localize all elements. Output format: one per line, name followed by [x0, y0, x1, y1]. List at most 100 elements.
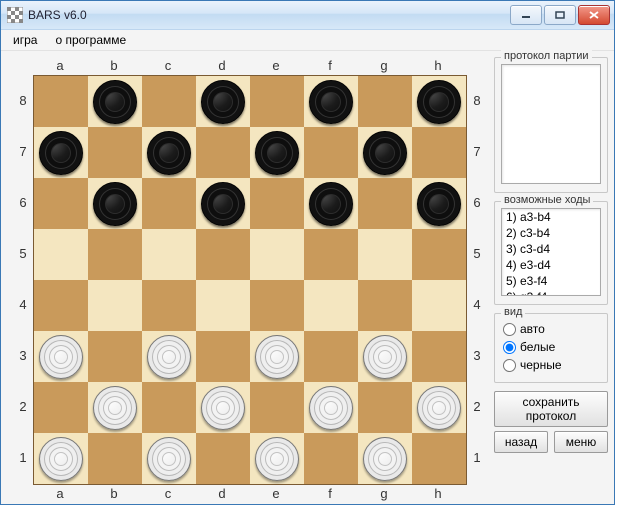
- square-d3[interactable]: [196, 331, 250, 382]
- black-piece[interactable]: [39, 131, 83, 175]
- square-f3[interactable]: [304, 331, 358, 382]
- square-d8[interactable]: [196, 76, 250, 127]
- square-c5[interactable]: [142, 229, 196, 280]
- square-c1[interactable]: [142, 433, 196, 484]
- square-c6[interactable]: [142, 178, 196, 229]
- move-item[interactable]: 2) c3-b4: [502, 225, 600, 241]
- square-b4[interactable]: [88, 280, 142, 331]
- minimize-button[interactable]: [510, 5, 542, 25]
- white-piece[interactable]: [255, 437, 299, 481]
- white-piece[interactable]: [93, 386, 137, 430]
- square-e6[interactable]: [250, 178, 304, 229]
- black-piece[interactable]: [93, 80, 137, 124]
- square-a8[interactable]: [34, 76, 88, 127]
- square-e2[interactable]: [250, 382, 304, 433]
- view-radio[interactable]: [503, 359, 516, 372]
- black-piece[interactable]: [255, 131, 299, 175]
- square-e4[interactable]: [250, 280, 304, 331]
- white-piece[interactable]: [363, 335, 407, 379]
- square-d7[interactable]: [196, 127, 250, 178]
- square-a4[interactable]: [34, 280, 88, 331]
- move-item[interactable]: 1) a3-b4: [502, 209, 600, 225]
- checkers-board[interactable]: [33, 75, 467, 485]
- square-f5[interactable]: [304, 229, 358, 280]
- black-piece[interactable]: [309, 80, 353, 124]
- black-piece[interactable]: [147, 131, 191, 175]
- square-b3[interactable]: [88, 331, 142, 382]
- view-option[interactable]: белые: [501, 338, 601, 356]
- square-g6[interactable]: [358, 178, 412, 229]
- square-a7[interactable]: [34, 127, 88, 178]
- square-h6[interactable]: [412, 178, 466, 229]
- square-a6[interactable]: [34, 178, 88, 229]
- square-d1[interactable]: [196, 433, 250, 484]
- square-c8[interactable]: [142, 76, 196, 127]
- square-f8[interactable]: [304, 76, 358, 127]
- square-g1[interactable]: [358, 433, 412, 484]
- protocol-listbox[interactable]: [501, 64, 601, 184]
- square-b2[interactable]: [88, 382, 142, 433]
- square-g8[interactable]: [358, 76, 412, 127]
- black-piece[interactable]: [417, 182, 461, 226]
- moves-listbox[interactable]: 1) a3-b42) c3-b43) c3-d44) e3-d45) e3-f4…: [501, 208, 601, 296]
- square-c2[interactable]: [142, 382, 196, 433]
- square-a1[interactable]: [34, 433, 88, 484]
- square-b1[interactable]: [88, 433, 142, 484]
- square-a2[interactable]: [34, 382, 88, 433]
- square-a3[interactable]: [34, 331, 88, 382]
- square-h4[interactable]: [412, 280, 466, 331]
- square-h3[interactable]: [412, 331, 466, 382]
- square-b5[interactable]: [88, 229, 142, 280]
- square-e7[interactable]: [250, 127, 304, 178]
- square-h2[interactable]: [412, 382, 466, 433]
- square-g3[interactable]: [358, 331, 412, 382]
- square-f7[interactable]: [304, 127, 358, 178]
- square-b6[interactable]: [88, 178, 142, 229]
- white-piece[interactable]: [363, 437, 407, 481]
- save-protocol-button[interactable]: сохранить протокол: [494, 391, 608, 427]
- square-f4[interactable]: [304, 280, 358, 331]
- white-piece[interactable]: [255, 335, 299, 379]
- titlebar[interactable]: BARS v6.0: [1, 1, 614, 30]
- square-g5[interactable]: [358, 229, 412, 280]
- move-item[interactable]: 3) c3-d4: [502, 241, 600, 257]
- square-d4[interactable]: [196, 280, 250, 331]
- white-piece[interactable]: [147, 335, 191, 379]
- black-piece[interactable]: [363, 131, 407, 175]
- square-c7[interactable]: [142, 127, 196, 178]
- black-piece[interactable]: [201, 80, 245, 124]
- menu-button[interactable]: меню: [554, 431, 608, 453]
- black-piece[interactable]: [93, 182, 137, 226]
- square-e1[interactable]: [250, 433, 304, 484]
- move-item[interactable]: 5) e3-f4: [502, 273, 600, 289]
- square-h5[interactable]: [412, 229, 466, 280]
- square-h8[interactable]: [412, 76, 466, 127]
- view-radio[interactable]: [503, 341, 516, 354]
- square-b7[interactable]: [88, 127, 142, 178]
- square-h7[interactable]: [412, 127, 466, 178]
- square-e8[interactable]: [250, 76, 304, 127]
- square-a5[interactable]: [34, 229, 88, 280]
- maximize-button[interactable]: [544, 5, 576, 25]
- menu-game[interactable]: игра: [5, 31, 45, 49]
- square-e3[interactable]: [250, 331, 304, 382]
- square-f2[interactable]: [304, 382, 358, 433]
- square-g4[interactable]: [358, 280, 412, 331]
- white-piece[interactable]: [147, 437, 191, 481]
- white-piece[interactable]: [39, 437, 83, 481]
- menu-about[interactable]: о программе: [47, 31, 134, 49]
- square-d6[interactable]: [196, 178, 250, 229]
- close-button[interactable]: [578, 5, 610, 25]
- move-item[interactable]: 4) e3-d4: [502, 257, 600, 273]
- black-piece[interactable]: [201, 182, 245, 226]
- white-piece[interactable]: [309, 386, 353, 430]
- square-f1[interactable]: [304, 433, 358, 484]
- move-item[interactable]: 6) g3-f4: [502, 289, 600, 296]
- white-piece[interactable]: [417, 386, 461, 430]
- view-option[interactable]: черные: [501, 356, 601, 374]
- view-option[interactable]: авто: [501, 320, 601, 338]
- square-h1[interactable]: [412, 433, 466, 484]
- white-piece[interactable]: [39, 335, 83, 379]
- square-c3[interactable]: [142, 331, 196, 382]
- square-e5[interactable]: [250, 229, 304, 280]
